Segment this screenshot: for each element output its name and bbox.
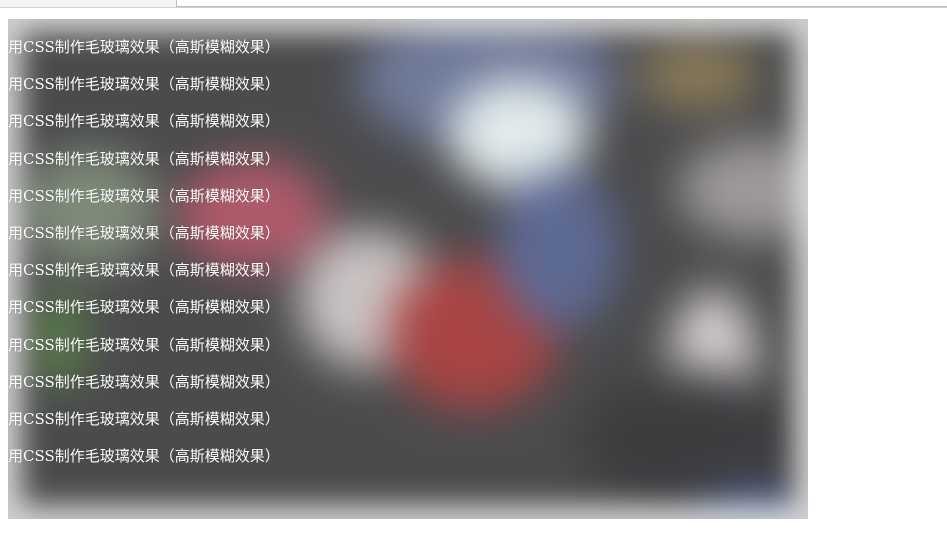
- text-line: 用CSS制作毛玻璃效果（高斯模糊效果）: [8, 149, 280, 168]
- text-line: 用CSS制作毛玻璃效果（高斯模糊效果）: [8, 112, 280, 131]
- text-line: 用CSS制作毛玻璃效果（高斯模糊效果）: [8, 409, 280, 428]
- text-line: 用CSS制作毛玻璃效果（高斯模糊效果）: [8, 335, 280, 354]
- text-line: 用CSS制作毛玻璃效果（高斯模糊效果）: [8, 186, 280, 205]
- frosted-glass-box: 用CSS制作毛玻璃效果（高斯模糊效果） 用CSS制作毛玻璃效果（高斯模糊效果） …: [8, 19, 808, 519]
- browser-chrome: [0, 0, 947, 8]
- text-line: 用CSS制作毛玻璃效果（高斯模糊效果）: [8, 298, 280, 317]
- text-line: 用CSS制作毛玻璃效果（高斯模糊效果）: [8, 223, 280, 242]
- text-line: 用CSS制作毛玻璃效果（高斯模糊效果）: [8, 372, 280, 391]
- text-line: 用CSS制作毛玻璃效果（高斯模糊效果）: [8, 38, 280, 56]
- address-bar[interactable]: [176, 0, 947, 7]
- text-line: 用CSS制作毛玻璃效果（高斯模糊效果）: [8, 261, 280, 280]
- text-list: 用CSS制作毛玻璃效果（高斯模糊效果） 用CSS制作毛玻璃效果（高斯模糊效果） …: [8, 37, 280, 483]
- text-line: 用CSS制作毛玻璃效果（高斯模糊效果）: [8, 75, 280, 94]
- text-line: 用CSS制作毛玻璃效果（高斯模糊效果）: [8, 447, 280, 466]
